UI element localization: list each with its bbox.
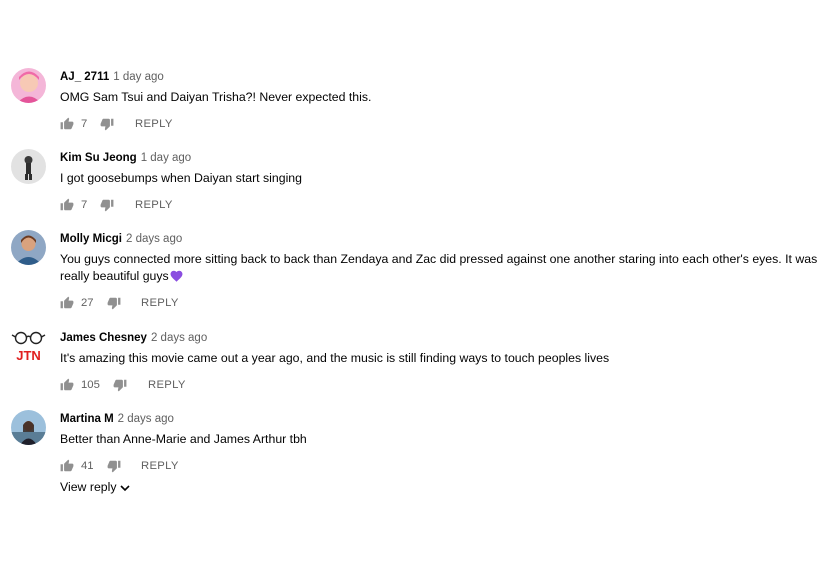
comment-body: James Chesney 2 days ago It's amazing thi… [60, 329, 836, 398]
purple-heart-icon [170, 270, 183, 282]
comment-header: Martina M 2 days ago [60, 410, 836, 426]
reply-button[interactable]: REPLY [135, 117, 173, 131]
author-name[interactable]: James Chesney [60, 332, 147, 344]
reply-button[interactable]: REPLY [141, 296, 179, 310]
comment-header: AJ_ 2711 1 day ago [60, 68, 836, 84]
thumbs-up-icon[interactable] [60, 296, 74, 310]
comment-text: OMG Sam Tsui and Daiyan Trisha?! Never e… [60, 90, 372, 104]
timestamp[interactable]: 2 days ago [118, 413, 174, 425]
thumbs-up-icon[interactable] [60, 198, 74, 212]
comment-header: James Chesney 2 days ago [60, 329, 836, 345]
avatar[interactable]: JTN [11, 329, 46, 364]
timestamp[interactable]: 1 day ago [141, 152, 192, 164]
reply-button[interactable]: REPLY [135, 198, 173, 212]
thumbs-down-icon[interactable] [100, 117, 114, 131]
thumbs-down-icon[interactable] [107, 459, 121, 473]
thumbs-down-icon[interactable] [100, 198, 114, 212]
thumbs-down-icon[interactable] [113, 378, 127, 392]
comment-body: AJ_ 2711 1 day ago OMG Sam Tsui and Daiya… [60, 68, 836, 137]
view-reply-button[interactable]: View reply [60, 480, 130, 494]
author-name[interactable]: AJ_ 2711 [60, 71, 109, 83]
comment-actions: 7 REPLY [60, 198, 836, 218]
author-name[interactable]: Martina M [60, 413, 114, 425]
timestamp[interactable]: 2 days ago [151, 332, 207, 344]
comment-actions: 27 REPLY [60, 296, 836, 316]
thumbs-up-icon[interactable] [60, 117, 74, 131]
avatar[interactable] [11, 68, 46, 103]
comment-body: Martina M 2 days ago Better than Anne-Mar… [60, 410, 836, 479]
like-count: 7 [81, 199, 88, 211]
like-count: 105 [81, 379, 100, 391]
comment-list: AJ_ 2711 1 day ago OMG Sam Tsui and Daiya… [0, 0, 840, 570]
like-count: 7 [81, 118, 88, 130]
comment-text: Better than Anne-Marie and James Arthur … [60, 432, 307, 446]
author-name[interactable]: Molly Micgi [60, 233, 122, 245]
thumbs-down-icon[interactable] [107, 296, 121, 310]
timestamp[interactable]: 1 day ago [113, 71, 164, 83]
author-name[interactable]: Kim Su Jeong [60, 152, 137, 164]
reply-button[interactable]: REPLY [141, 459, 179, 473]
reply-button[interactable]: REPLY [148, 378, 186, 392]
comment-body: Kim Su Jeong 1 day ago I got goosebumps w… [60, 149, 836, 218]
comment-actions: 105 REPLY [60, 378, 836, 398]
comment-text: It's amazing this movie came out a year … [60, 351, 610, 365]
comment-text: I got goosebumps when Daiyan start singi… [60, 171, 302, 185]
avatar[interactable] [11, 410, 46, 445]
timestamp[interactable]: 2 days ago [126, 233, 182, 245]
comment-actions: 7 REPLY [60, 117, 836, 137]
thumbs-up-icon[interactable] [60, 378, 74, 392]
view-reply-label: View reply [60, 480, 117, 494]
comment-body: Molly Micgi 2 days ago You guys connected… [60, 230, 836, 316]
avatar[interactable] [11, 230, 46, 265]
comment-header: Kim Su Jeong 1 day ago [60, 149, 836, 165]
comment-text: You guys connected more sitting back to … [60, 251, 836, 285]
thumbs-up-icon[interactable] [60, 459, 74, 473]
comment-actions: 41 REPLY [60, 459, 836, 479]
like-count: 41 [81, 460, 94, 472]
chevron-down-icon [119, 485, 130, 491]
comment-header: Molly Micgi 2 days ago [60, 230, 836, 246]
avatar[interactable] [11, 149, 46, 184]
avatar-text: JTN [16, 348, 41, 363]
like-count: 27 [81, 297, 94, 309]
